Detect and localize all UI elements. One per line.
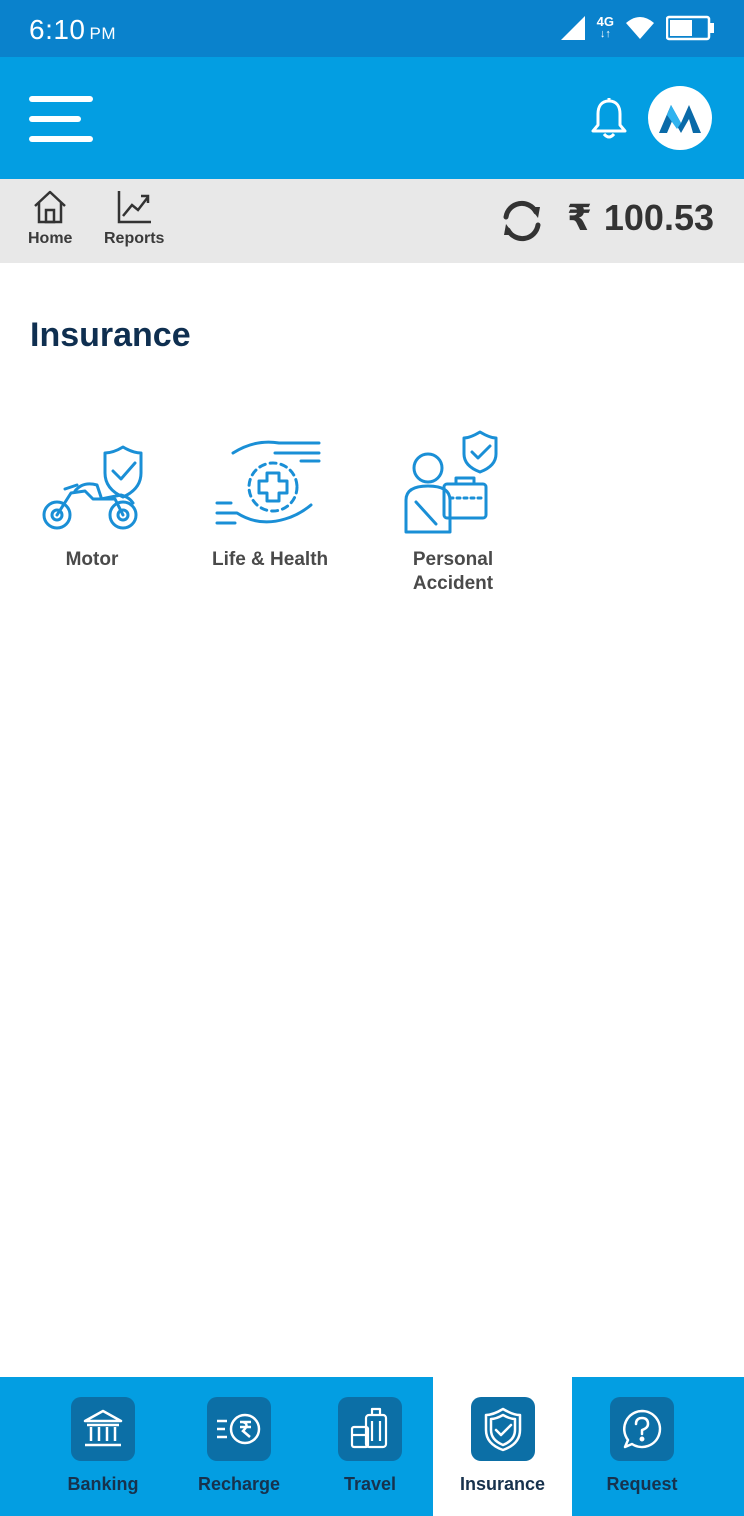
motor-insurance-tile[interactable]: Motor [37, 428, 147, 572]
home-icon [34, 190, 67, 224]
balance-amount: 100.53 [603, 197, 714, 238]
life-health-insurance-tile[interactable]: Life & Health [212, 428, 328, 572]
home-button[interactable]: Home [28, 189, 72, 248]
nav-request[interactable]: Request [572, 1377, 712, 1516]
network-type-label: 4G [596, 14, 614, 29]
wallet-balance: ₹ 100.53 [567, 197, 714, 239]
chart-trend-icon [117, 191, 152, 224]
bell-icon[interactable] [590, 97, 628, 141]
status-icons: 4G ↓↑ [559, 14, 716, 42]
motor-label: Motor [65, 549, 119, 570]
home-label: Home [28, 230, 73, 247]
injured-person-briefcase-icon [398, 428, 508, 538]
clock-ampm: PM [89, 24, 116, 43]
insurance-screen: 6:10 PM 4G ↓↑ Home Reports ₹ 100.53 Insu… [0, 0, 744, 1516]
status-bar: 6:10 PM 4G ↓↑ [0, 0, 744, 57]
nav-recharge[interactable]: Recharge [171, 1377, 307, 1516]
network-type-icon: 4G ↓↑ [596, 14, 614, 40]
status-time: 6:10 PM [29, 14, 116, 46]
brand-logo-icon[interactable] [648, 86, 712, 150]
page-title: Insurance [30, 316, 191, 354]
nav-banking[interactable]: Banking [35, 1377, 171, 1516]
nav-banking-label: Banking [67, 1474, 139, 1494]
wifi-icon [626, 17, 654, 39]
nav-travel[interactable]: Travel [307, 1377, 433, 1516]
refresh-icon[interactable] [500, 199, 544, 243]
rupee-coin-icon [207, 1397, 271, 1461]
shield-check-icon [470, 1397, 535, 1461]
reports-label: Reports [104, 230, 165, 247]
personal-accident-label-line1: Personal [412, 549, 494, 570]
battery-icon [666, 15, 714, 41]
personal-accident-label: Personal Accident [413, 548, 493, 596]
bank-icon [71, 1397, 135, 1461]
reports-button[interactable]: Reports [104, 189, 164, 248]
hamburger-menu-icon[interactable] [29, 96, 95, 142]
luggage-icon [338, 1397, 402, 1461]
app-header [0, 57, 744, 179]
nav-travel-label: Travel [343, 1474, 397, 1494]
nav-recharge-label: Recharge [197, 1474, 281, 1494]
nav-insurance[interactable]: Insurance [433, 1377, 572, 1516]
sub-toolbar: Home Reports ₹ 100.53 [0, 179, 744, 263]
hands-medical-cross-icon [215, 428, 325, 538]
personal-accident-insurance-tile[interactable]: Personal Accident [398, 428, 508, 596]
question-bubble-icon [610, 1397, 674, 1461]
rupee-symbol: ₹ [566, 197, 592, 238]
nav-insurance-label: Insurance [459, 1474, 546, 1494]
life-health-label: Life & Health [212, 549, 329, 570]
motorbike-shield-icon [37, 428, 147, 538]
bottom-navigation: Banking Recharge Travel Insurance Reques… [0, 1377, 744, 1516]
cell-signal-icon [560, 16, 585, 40]
clock-time: 6:10 [29, 14, 86, 45]
personal-accident-label-line2: Accident [412, 573, 494, 594]
nav-request-label: Request [606, 1474, 678, 1494]
